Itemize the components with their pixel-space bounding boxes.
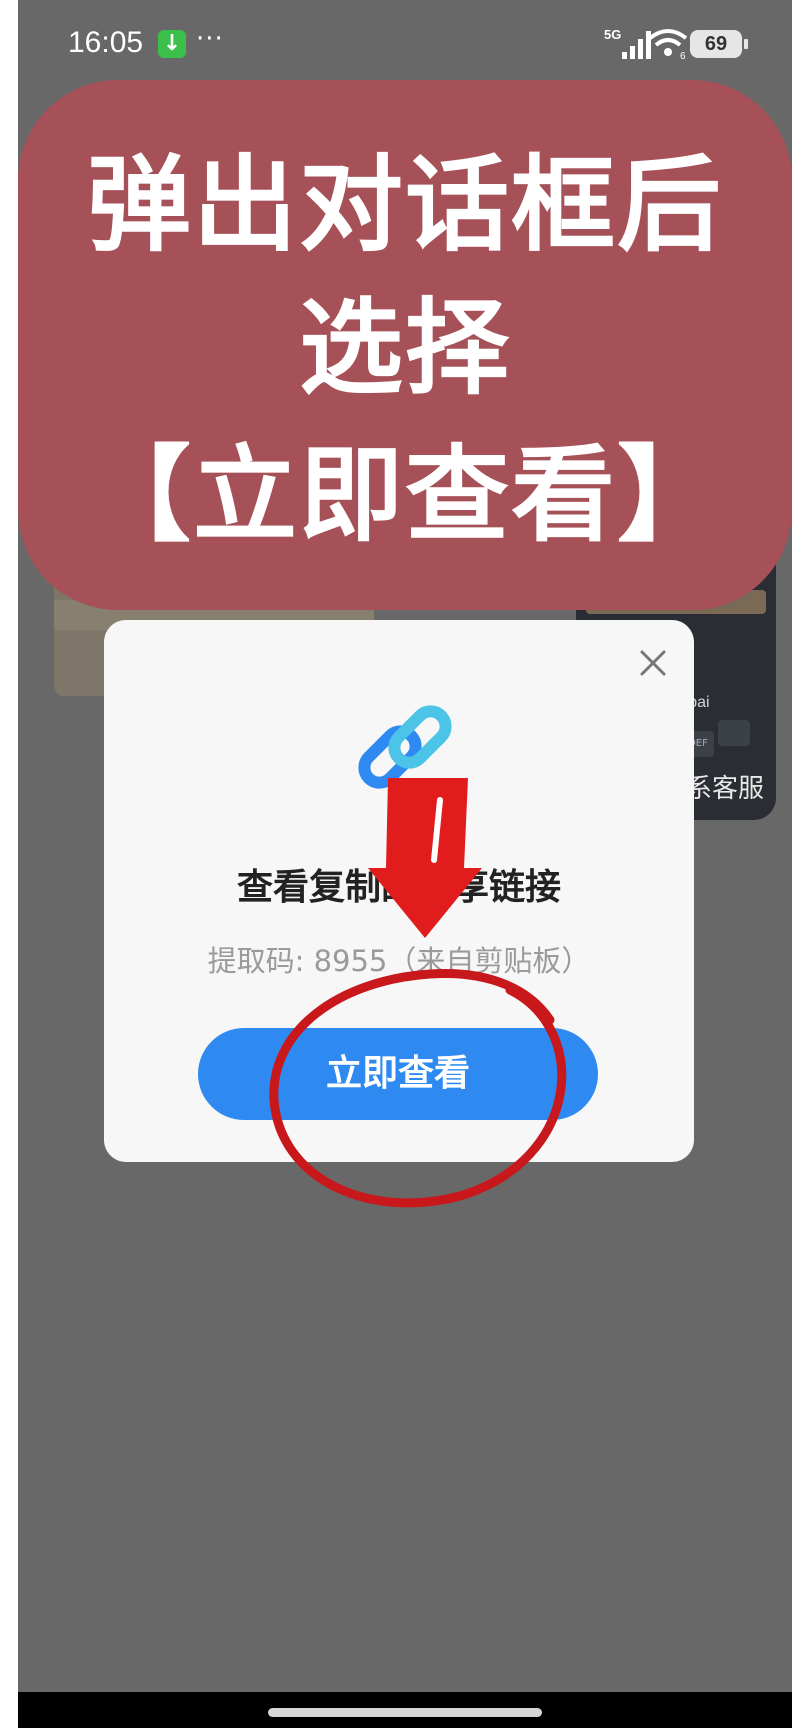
- phone-screen: 16:05 ↓ ··· 5G 6 69 an.bai BCDEF 系客服 弹出对…: [18, 0, 792, 1728]
- contact-service-label: 系客服: [686, 774, 765, 804]
- banner-line-1: 弹出对话框后: [86, 144, 723, 266]
- banner-line-2: 选择: [298, 287, 511, 409]
- home-indicator[interactable]: [268, 1708, 542, 1717]
- banner-line-3: 【立即查看】: [86, 434, 723, 556]
- status-bar: 16:05 ↓ ··· 5G 6 69: [18, 0, 792, 90]
- battery-icon: 69: [690, 30, 748, 58]
- network-type: 5G: [604, 27, 621, 42]
- circle-annotation: [269, 968, 567, 1208]
- close-icon[interactable]: [636, 646, 670, 680]
- status-time: 16:05: [68, 26, 144, 59]
- wifi-subscript: 6: [680, 51, 686, 60]
- wifi-icon: 6: [648, 29, 688, 60]
- preview-key: [718, 720, 750, 746]
- more-notifications-icon: ···: [196, 24, 224, 54]
- navigation-bar: [18, 1692, 792, 1728]
- arrow-down-annotation: [368, 778, 482, 938]
- download-icon: ↓: [158, 30, 186, 58]
